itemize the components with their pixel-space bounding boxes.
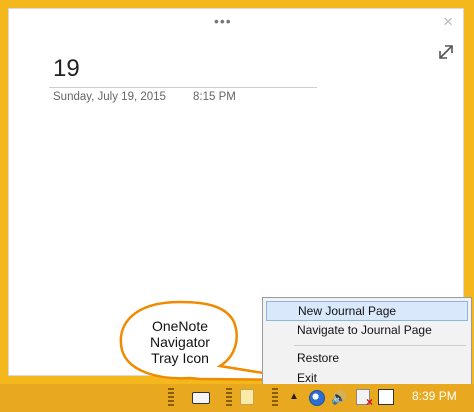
callout-line-2: Navigator bbox=[150, 334, 210, 350]
menu-separator bbox=[294, 345, 466, 346]
keyboard-icon[interactable] bbox=[192, 392, 210, 404]
menu-item-navigate-to-journal-page[interactable]: Navigate to Journal Page bbox=[266, 321, 468, 341]
onenote-navigator-tray-icon[interactable] bbox=[309, 390, 325, 406]
callout-line-1: OneNote bbox=[151, 318, 209, 334]
taskbar-clock[interactable]: 8:39 PM bbox=[412, 389, 457, 403]
menu-item-new-journal-page[interactable]: New Journal Page bbox=[266, 301, 468, 321]
callout-line-3: Tray Icon bbox=[151, 350, 209, 366]
taskbar-grip-1[interactable] bbox=[168, 388, 174, 408]
folder-icon[interactable] bbox=[240, 389, 254, 405]
show-hidden-icons-arrow-icon[interactable]: ▲ bbox=[289, 391, 299, 402]
network-icon[interactable] bbox=[378, 389, 394, 405]
action-center-flag-icon[interactable] bbox=[356, 389, 373, 409]
callout-label: OneNote Navigator Tray Icon bbox=[124, 318, 236, 366]
taskbar bbox=[0, 384, 474, 412]
taskbar-grip-3[interactable] bbox=[272, 388, 278, 408]
taskbar-grip-2[interactable] bbox=[226, 388, 232, 408]
speaker-icon[interactable]: 🔊 bbox=[331, 391, 347, 405]
tray-context-menu: New Journal Page Navigate to Journal Pag… bbox=[262, 297, 472, 392]
menu-item-restore[interactable]: Restore bbox=[266, 349, 468, 369]
